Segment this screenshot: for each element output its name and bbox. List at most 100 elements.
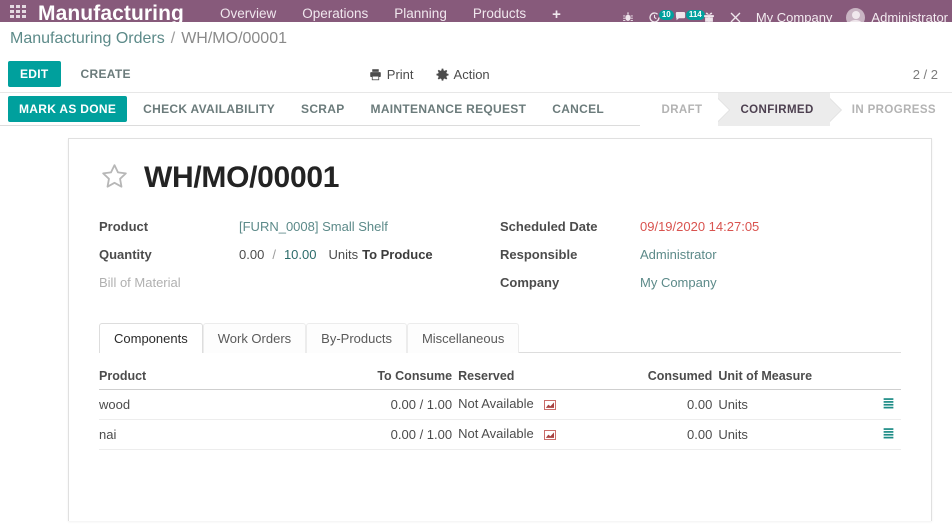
tools-icon[interactable] — [729, 11, 742, 23]
forecast-report-icon[interactable] — [544, 398, 557, 413]
cell-reserved: Not Available — [458, 389, 631, 420]
menu-overview[interactable]: Overview — [220, 6, 276, 22]
table-row[interactable]: nai 0.00 / 1.00 Not Available 0.00 Units — [99, 419, 901, 450]
add-menu-plus-icon[interactable]: + — [552, 6, 561, 23]
breadcrumb-separator: / — [170, 30, 176, 47]
status-step-draft[interactable]: DRAFT — [639, 93, 731, 126]
record-title-row: WH/MO/00001 — [99, 161, 901, 195]
control-panel: EDIT CREATE Print Action 2 / 2 — [0, 56, 952, 92]
gear-icon — [436, 68, 449, 81]
print-menu[interactable]: Print — [369, 67, 414, 82]
components-table-body: wood 0.00 / 1.00 Not Available 0.00 Unit… — [99, 389, 901, 450]
cell-to-consume: 0.00 / 1.00 — [288, 389, 459, 420]
forecast-report-icon[interactable] — [544, 428, 557, 443]
user-menu[interactable]: Administrator — [846, 7, 948, 23]
tab-work-orders[interactable]: Work Orders — [202, 323, 307, 353]
col-header-to-consume: To Consume — [288, 365, 459, 390]
user-name-label: Administrator — [871, 9, 948, 23]
quantity-separator: / — [272, 247, 276, 262]
print-label: Print — [386, 66, 414, 82]
maintenance-request-button[interactable]: MAINTENANCE REQUEST — [361, 97, 537, 121]
field-quantity-value: 0.00 / 10.00 Units To Produce — [239, 247, 433, 262]
create-button[interactable]: CREATE — [73, 62, 139, 86]
breadcrumb-root[interactable]: Manufacturing Orders — [10, 30, 165, 48]
cell-to-consume: 0.00 / 1.00 — [288, 419, 459, 450]
status-step-in-progress[interactable]: IN PROGRESS — [829, 93, 952, 126]
bug-icon[interactable] — [622, 11, 634, 22]
reserved-status-text: Not Available — [458, 396, 534, 411]
breadcrumb-current: WH/MO/00001 — [181, 30, 287, 47]
cell-options — [836, 389, 901, 420]
status-step-confirmed[interactable]: CONFIRMED — [718, 93, 842, 126]
notebook-tabs: Components Work Orders By-Products Misce… — [99, 323, 901, 353]
tab-miscellaneous[interactable]: Miscellaneous — [406, 323, 520, 353]
cancel-button[interactable]: CANCEL — [542, 97, 614, 121]
field-product-value[interactable]: [FURN_0008] Small Shelf — [239, 219, 388, 234]
quantity-uom: Units — [328, 247, 359, 262]
cell-uom: Units — [718, 389, 837, 420]
cell-consumed: 0.00 — [630, 389, 719, 420]
printer-icon — [370, 68, 381, 80]
field-scheduled-date-label: Scheduled Date — [500, 219, 598, 234]
tab-by-products[interactable]: By-Products — [306, 323, 407, 353]
field-responsible-value[interactable]: Administrator — [640, 247, 717, 262]
activity-badge: 10 — [658, 9, 674, 20]
menu-planning[interactable]: Planning — [394, 6, 447, 22]
breadcrumb: Manufacturing Orders / WH/MO/00001 — [0, 22, 952, 56]
cell-reserved: Not Available — [458, 419, 631, 450]
table-row[interactable]: wood 0.00 / 1.00 Not Available 0.00 Unit… — [99, 389, 901, 420]
detailed-operations-icon[interactable] — [882, 397, 895, 413]
components-table: Product To Consume Reserved Consumed Uni… — [99, 365, 901, 450]
field-scheduled-date: Scheduled Date 09/19/2020 14:27:05 — [500, 219, 901, 237]
form-sheet-container: WH/MO/00001 Product [FURN_0008] Small Sh… — [0, 126, 952, 527]
menu-products[interactable]: Products — [473, 6, 526, 22]
app-brand-title[interactable]: Manufacturing — [38, 3, 184, 23]
form-fields: Product [FURN_0008] Small Shelf Quantity… — [99, 219, 901, 303]
menu-operations[interactable]: Operations — [302, 6, 368, 22]
gift-icon[interactable] — [703, 11, 715, 22]
col-header-reserved: Reserved — [458, 365, 631, 390]
edit-button[interactable]: EDIT — [8, 61, 61, 87]
quantity-current: 0.00 — [239, 247, 265, 262]
field-bill-of-material: Bill of Material — [99, 275, 500, 293]
check-availability-button[interactable]: CHECK AVAILABILITY — [133, 97, 285, 121]
cell-product: wood — [99, 389, 289, 420]
field-scheduled-date-value[interactable]: 09/19/2020 14:27:05 — [640, 219, 759, 234]
statusbar: MARK AS DONE CHECK AVAILABILITY SCRAP MA… — [0, 92, 952, 126]
col-header-consumed: Consumed — [630, 365, 719, 390]
form-column-left: Product [FURN_0008] Small Shelf Quantity… — [99, 219, 500, 303]
col-header-product: Product — [99, 365, 289, 390]
col-header-options — [836, 365, 901, 390]
pager[interactable]: 2 / 2 — [913, 67, 938, 82]
cell-product: nai — [99, 419, 289, 450]
field-quantity: Quantity 0.00 / 10.00 Units To Produce — [99, 247, 500, 265]
quantity-total[interactable]: 10.00 — [284, 247, 317, 262]
mark-as-done-button[interactable]: MARK AS DONE — [8, 96, 128, 122]
field-bom-label: Bill of Material — [99, 275, 181, 290]
field-product-label: Product — [99, 219, 149, 234]
top-navbar: Manufacturing Overview Operations Planni… — [0, 0, 952, 22]
table-header-row: Product To Consume Reserved Consumed Uni… — [99, 365, 901, 390]
activity-clock-icon[interactable]: 10 — [648, 9, 674, 22]
detailed-operations-icon[interactable] — [882, 427, 895, 443]
field-responsible: Responsible Administrator — [500, 247, 901, 265]
field-company-value[interactable]: My Company — [640, 275, 717, 290]
field-product: Product [FURN_0008] Small Shelf — [99, 219, 500, 237]
field-quantity-label: Quantity — [99, 247, 152, 262]
navbar-systray: 10 114 My Company Administrator — [622, 6, 952, 22]
apps-grid-icon[interactable] — [10, 4, 26, 18]
star-outline-icon[interactable] — [99, 161, 130, 195]
avatar — [846, 7, 866, 22]
control-panel-actions: Print Action — [369, 67, 490, 82]
company-switcher[interactable]: My Company — [756, 10, 833, 23]
reserved-status-text: Not Available — [458, 426, 534, 441]
messages-icon[interactable]: 114 — [675, 9, 705, 23]
form-sheet: WH/MO/00001 Product [FURN_0008] Small Sh… — [68, 138, 932, 521]
cell-options — [836, 419, 901, 450]
page-title: WH/MO/00001 — [144, 161, 340, 194]
tab-components[interactable]: Components — [99, 323, 203, 353]
field-company-label: Company — [500, 275, 560, 290]
scrap-button[interactable]: SCRAP — [291, 97, 355, 121]
action-menu[interactable]: Action — [436, 67, 490, 82]
cell-uom: Units — [718, 419, 837, 450]
